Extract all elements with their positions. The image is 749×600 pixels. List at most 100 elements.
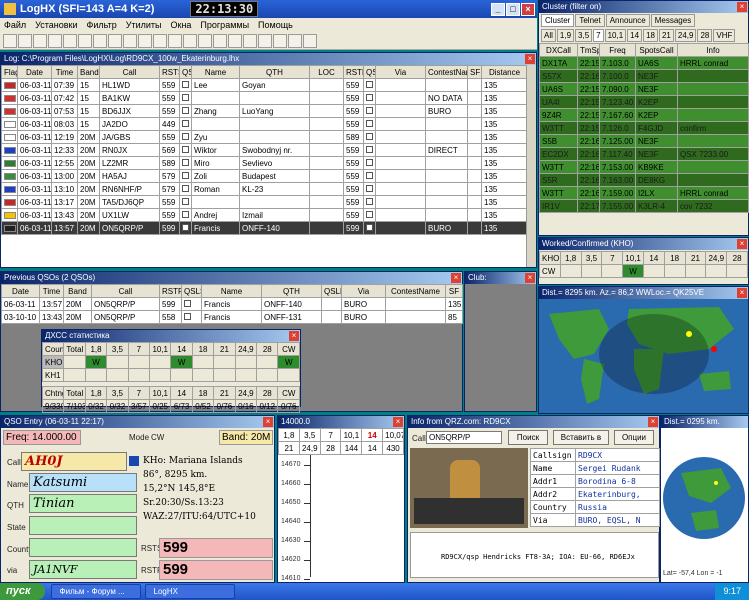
checkbox-icon[interactable] <box>182 223 189 231</box>
cluster-spot-row[interactable]: S5R 22:16 7.163.00 DE8KG <box>539 173 749 187</box>
start-button[interactable]: пуск <box>0 583 45 600</box>
close-button[interactable]: × <box>521 2 535 16</box>
club-close-button[interactable]: × <box>525 273 535 283</box>
qsl-checkbox[interactable] <box>363 208 376 222</box>
qsl-checkbox[interactable] <box>363 78 376 92</box>
cluster-spot-row[interactable]: EC2DX 22:16 7.117.40 NE3F QSX 7233.00 <box>539 147 749 161</box>
log-row[interactable]: 06-03-11 12:33 20M RN0JX 569 Wiktor Swobodnyj … <box>1 143 528 157</box>
name-input[interactable]: Katsumi <box>29 473 137 492</box>
checkbox-icon[interactable] <box>182 119 189 127</box>
bandmap-band-button[interactable]: 21 <box>278 441 300 455</box>
qsl-checkbox[interactable] <box>363 143 376 157</box>
prev-column-header[interactable]: QSLS <box>181 284 202 298</box>
qsl-checkbox[interactable] <box>363 104 376 118</box>
checkbox-icon[interactable] <box>366 197 373 205</box>
qrz-search-button[interactable]: Поиск <box>508 430 548 445</box>
bandmap-band-button[interactable]: 144 <box>340 441 363 455</box>
cluster-column-header[interactable]: Freq <box>599 43 636 57</box>
log-column-header[interactable]: QSL R <box>363 65 376 79</box>
cluster-column-header[interactable]: DXCall <box>539 43 578 57</box>
checkbox-icon[interactable] <box>182 210 189 218</box>
checkbox-icon[interactable] <box>182 197 189 205</box>
qrz-call-input[interactable]: ON5QRP/P <box>426 431 502 444</box>
log-vscrollbar[interactable] <box>526 65 536 267</box>
log-column-header[interactable]: ContestName <box>425 65 468 79</box>
log-row[interactable]: 06-03-11 08:03 15 JA2DO 449 559 135 <box>1 117 528 131</box>
qsl-checkbox[interactable] <box>181 297 202 311</box>
cluster-close-button[interactable]: × <box>737 2 747 12</box>
qsl-checkbox[interactable] <box>363 91 376 105</box>
checkbox-icon[interactable] <box>182 106 189 114</box>
prev-column-header[interactable]: QTH <box>261 284 322 298</box>
stats-icon[interactable] <box>243 33 257 48</box>
checkbox-icon[interactable] <box>366 210 373 218</box>
qsl-checkbox[interactable] <box>179 221 192 235</box>
checkbox-icon[interactable] <box>366 119 373 127</box>
checkbox-icon[interactable] <box>366 184 373 192</box>
bandmap-close-button[interactable]: × <box>393 417 403 427</box>
cluster-spot-row[interactable]: W3TT 22:15 7.126.0 F4GJD confirm <box>539 121 749 135</box>
qsl-checkbox[interactable] <box>179 182 192 196</box>
cluster-spot-row[interactable]: S57X 22:16 7.100.0 NE3F <box>539 69 749 83</box>
map-icon[interactable] <box>168 33 182 48</box>
rsts-input[interactable]: 599 <box>159 538 273 558</box>
menu-item[interactable]: Программы <box>200 20 249 30</box>
band-filter-button[interactable]: VHF <box>713 29 736 42</box>
via-input[interactable]: JA1NVF <box>29 560 137 579</box>
bandmap-scale[interactable]: 14670 14660 14650 14640 14630 14620 14610 <box>278 455 404 582</box>
qsl-checkbox[interactable] <box>179 156 192 170</box>
qsl-checkbox[interactable] <box>363 169 376 183</box>
new-file-icon[interactable] <box>3 33 17 48</box>
clock-icon[interactable] <box>198 33 212 48</box>
band-field[interactable]: Band: 20M <box>219 430 273 445</box>
qsl-checkbox[interactable] <box>363 182 376 196</box>
cluster-spot-row[interactable]: DX1TA 22:15 7.103.0 UA6S HRRL conrad <box>539 56 749 70</box>
qrz-options-button[interactable]: Опции <box>614 430 654 445</box>
freq-field[interactable]: Freq: 14.000.00 <box>3 430 81 445</box>
prev-column-header[interactable]: Band <box>63 284 92 298</box>
prev-close-button[interactable]: × <box>451 273 461 283</box>
prev-column-header[interactable]: Time <box>39 284 64 298</box>
qsl-checkbox[interactable] <box>179 169 192 183</box>
cluster-column-header[interactable]: Info <box>677 43 749 57</box>
band-filter-button[interactable]: 24,9 <box>674 29 697 42</box>
cluster-spot-row[interactable]: IR1V 22:17 7.155.00 K3LR-4 cov 7232 <box>539 199 749 213</box>
cluster-spot-row[interactable]: W3TT 22:16 7.153.00 KB9KE <box>539 160 749 174</box>
checkbox-icon[interactable] <box>182 80 189 88</box>
band-filter-button[interactable]: 3,5 <box>575 29 593 42</box>
exit-icon[interactable] <box>303 33 317 48</box>
qsl-checkbox[interactable] <box>363 130 376 144</box>
taskbar-window-button[interactable]: Фильм - Форум ... <box>50 584 141 599</box>
checkbox-icon[interactable] <box>366 106 373 114</box>
log-column-header[interactable]: Name <box>191 65 240 79</box>
log-column-header[interactable]: QSL S <box>179 65 192 79</box>
log-row[interactable]: 06-03-11 12:19 20M JA/GBS 559 Zyu 589 135 <box>1 130 528 144</box>
dxcc-close-button[interactable]: × <box>289 331 299 341</box>
checkbox-icon[interactable] <box>182 145 189 153</box>
qsl-checkbox[interactable] <box>363 221 376 235</box>
checkbox-icon[interactable] <box>366 93 373 101</box>
checkbox-icon[interactable] <box>366 80 373 88</box>
bandmap-band-button[interactable]: 3,5 <box>298 428 321 442</box>
prev-column-header[interactable]: Call <box>91 284 160 298</box>
qsl-checkbox[interactable] <box>179 143 192 157</box>
bandmap-band-button[interactable]: 14 <box>361 441 384 455</box>
log-row[interactable]: 06-03-11 13:10 20M RN6NHF/P 579 Roman KL-23 559… <box>1 182 528 196</box>
cluster-tab[interactable]: Messages <box>650 14 696 27</box>
qsl-checkbox[interactable] <box>179 104 192 118</box>
checkbox-icon[interactable] <box>366 132 373 140</box>
bandmap-band-button[interactable]: 7 <box>319 428 342 442</box>
checkbox-icon[interactable] <box>366 145 373 153</box>
log-column-header[interactable]: RSTS <box>159 65 180 79</box>
qsl-checkbox[interactable] <box>179 195 192 209</box>
checkbox-icon[interactable] <box>182 93 189 101</box>
log-column-header[interactable]: Date <box>17 65 52 79</box>
qsl-checkbox[interactable] <box>179 91 192 105</box>
prev-column-header[interactable]: Name <box>201 284 262 298</box>
log-column-header[interactable]: LOC <box>309 65 344 79</box>
call-input[interactable]: AH0J <box>21 452 127 471</box>
checkbox-icon[interactable] <box>182 171 189 179</box>
log-row[interactable]: 06-03-11 13:00 20M HA5AJ 579 Zoli Budapest 559 1… <box>1 169 528 183</box>
menu-item[interactable]: Установки <box>35 20 77 30</box>
qsl-checkbox[interactable] <box>179 208 192 222</box>
